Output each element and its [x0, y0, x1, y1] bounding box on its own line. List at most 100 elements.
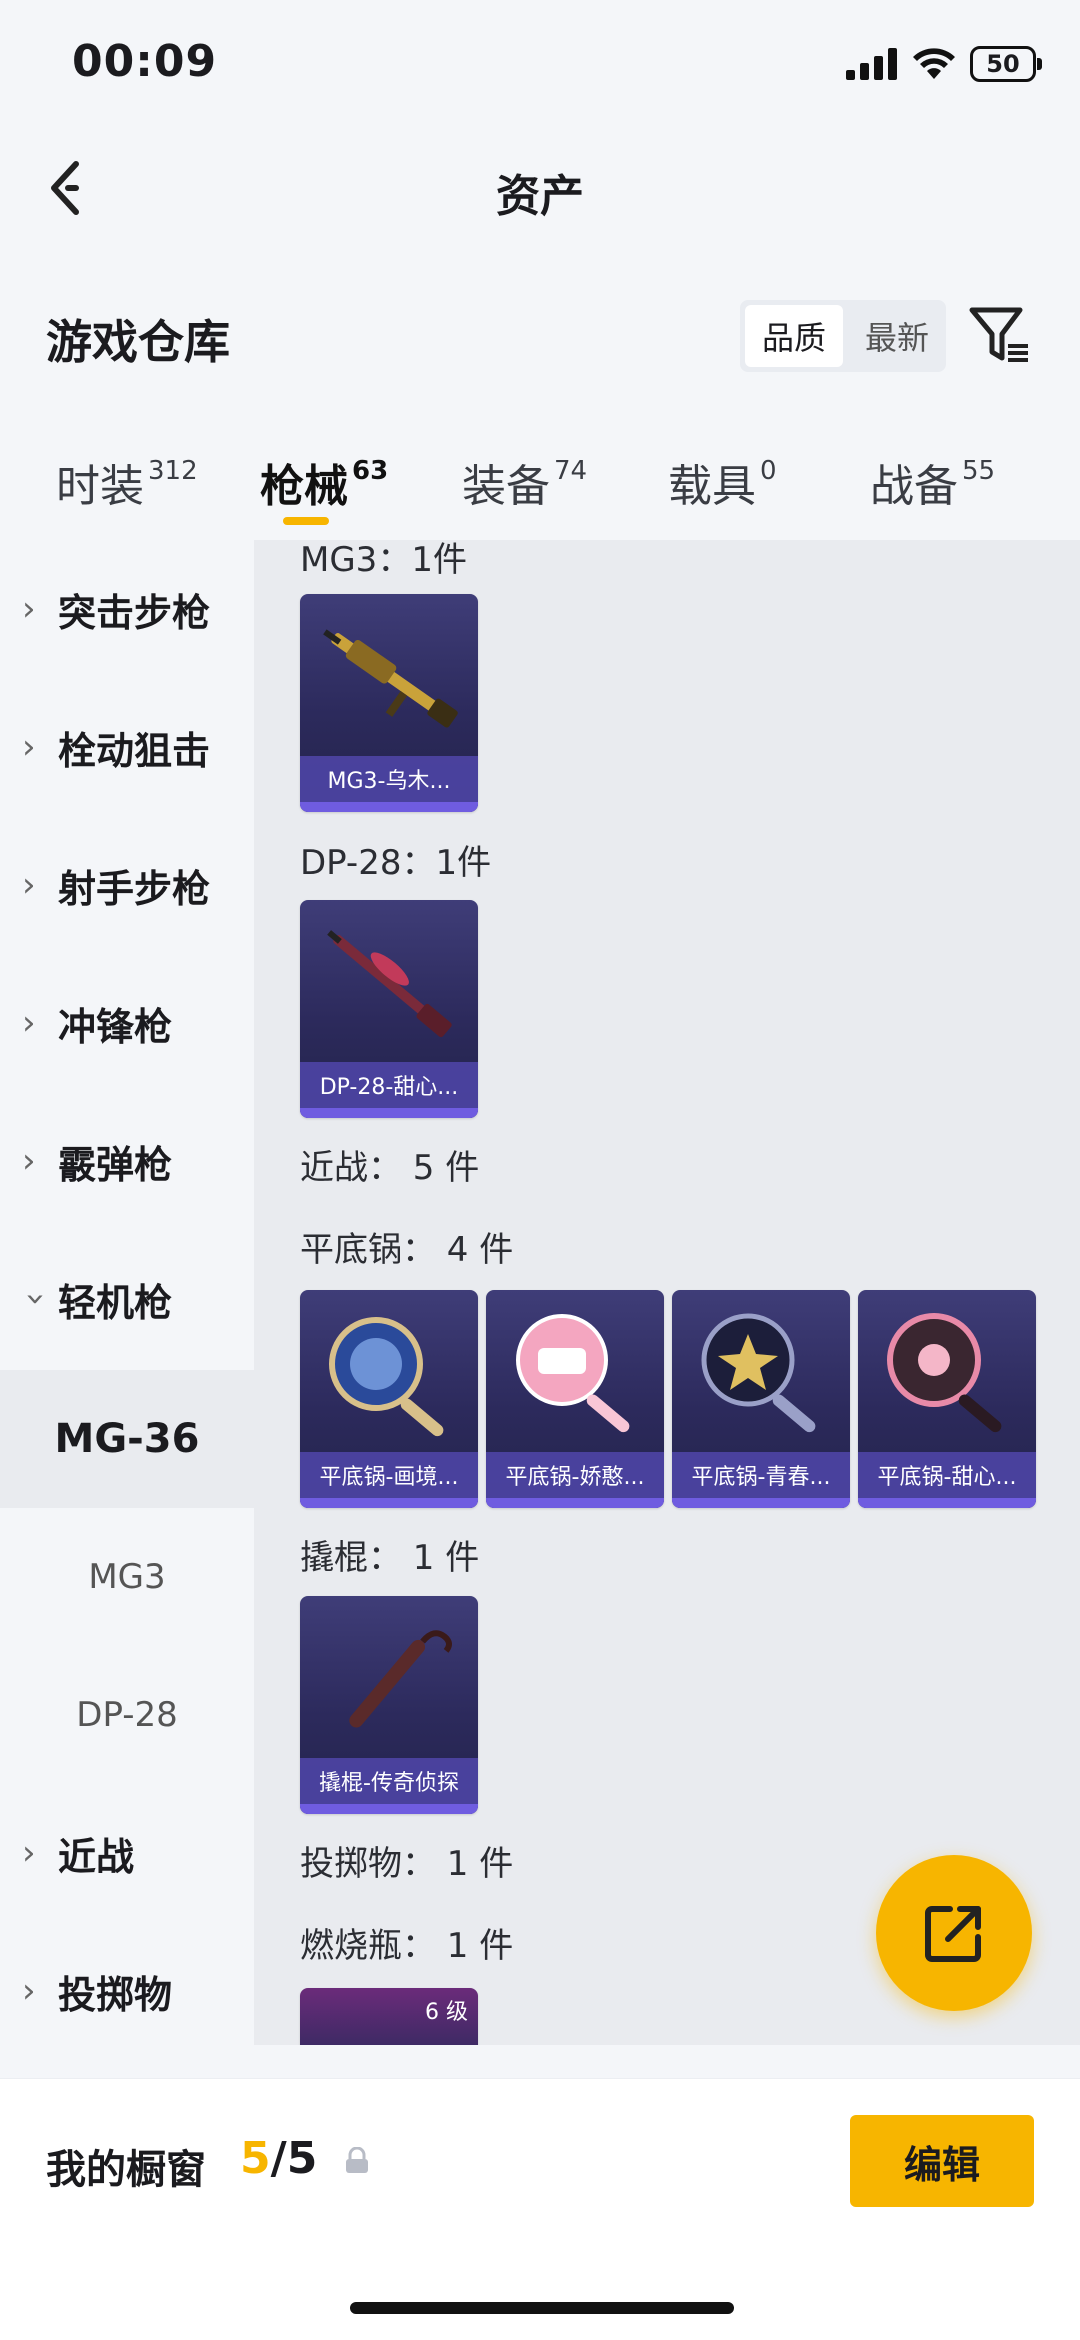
warehouse-header: 游戏仓库 品质 最新 — [0, 290, 1080, 380]
wifi-icon — [913, 48, 955, 79]
showcase-count: 5/5 — [240, 2133, 317, 2184]
sidebar-subitem-mg3[interactable]: MG3 — [0, 1508, 254, 1646]
item-level-badge: 6 级 — [425, 2000, 468, 2025]
sidebar-subitem-label: DP-28 — [76, 1695, 178, 1735]
tab-equipment[interactable]: 装备 74 — [462, 450, 587, 514]
share-button[interactable] — [876, 1855, 1032, 2011]
sidebar-item-label: 近战 — [58, 1834, 135, 1879]
status-bar: 00:09 50 — [0, 0, 1080, 130]
home-indicator — [350, 2302, 734, 2314]
edit-button[interactable]: 编辑 — [850, 2115, 1034, 2207]
tab-fashion-label: 时装 — [56, 461, 144, 512]
quality-band — [300, 1804, 478, 1814]
item-card-name: 平底锅-画境... — [300, 1452, 478, 1498]
tab-vehicles-count: 0 — [760, 456, 777, 486]
sidebar-item-shotgun[interactable]: › 霰弹枪 — [0, 1092, 254, 1230]
showcase-label: 我的橱窗 — [46, 2147, 206, 2193]
tab-vehicles-label: 载具 — [668, 461, 756, 512]
sidebar-item-marksman-rifle[interactable]: › 射手步枪 — [0, 816, 254, 954]
frying-pan-icon — [701, 1313, 816, 1433]
frying-pan-icon — [329, 1317, 444, 1437]
showcase-total: /5 — [270, 2133, 318, 2184]
nav-bar: 资产 — [0, 130, 1080, 250]
chevron-right-icon: › — [22, 1003, 36, 1043]
machine-gun-icon — [327, 930, 452, 1038]
tab-combat-gear-count: 55 — [962, 456, 996, 486]
item-card-name: 撬棍-传奇侦探 — [300, 1758, 478, 1804]
item-card-name: 平底锅-青春... — [672, 1452, 850, 1498]
item-card-crowbar[interactable]: 撬棍-传奇侦探 — [300, 1596, 478, 1814]
item-card-pan[interactable]: 平底锅-娇憨... — [486, 1290, 664, 1508]
sidebar-subitem-label: MG-36 — [54, 1416, 200, 1462]
group-label-mg3: MG3：1件 — [300, 540, 467, 580]
tab-equipment-count: 74 — [554, 456, 588, 486]
sidebar-item-label: 突击步枪 — [58, 590, 211, 635]
sort-latest-option[interactable]: 最新 — [848, 300, 946, 372]
sidebar-item-melee[interactable]: › 近战 — [0, 1784, 254, 1922]
item-card-name: MG3-乌木... — [300, 756, 478, 802]
weapon-type-sidebar: › 突击步枪 › 栓动狙击 › 射手步枪 › 冲锋枪 › 霰弹枪 › 轻机枪 MG-36 M… — [0, 540, 254, 2045]
item-card-pan[interactable]: 平底锅-画境... — [300, 1290, 478, 1508]
sidebar-item-label: 霰弹枪 — [58, 1142, 173, 1187]
tab-firearms-count: 63 — [352, 456, 389, 486]
sidebar-item-lmg[interactable]: › 轻机枪 — [0, 1230, 254, 1368]
item-card-name: DP-28-甜心... — [300, 1062, 478, 1108]
item-card-pan[interactable]: 平底锅-青春... — [672, 1290, 850, 1508]
tab-fashion[interactable]: 时装 312 — [56, 450, 198, 514]
group-label-pan: 平底锅： 4 件 — [300, 1230, 514, 1270]
battery-level: 50 — [986, 50, 1020, 78]
battery-icon: 50 — [970, 46, 1042, 82]
filter-icon — [969, 307, 1028, 362]
item-card-pan[interactable]: 平底锅-甜心... — [858, 1290, 1036, 1508]
page-title: 资产 — [496, 171, 584, 222]
sidebar-item-smg[interactable]: › 冲锋枪 — [0, 954, 254, 1092]
chevron-right-icon: › — [22, 1833, 36, 1873]
signal-icon — [846, 48, 897, 80]
sidebar-item-label: 栓动狙击 — [58, 728, 211, 773]
item-card-molotov[interactable]: 6 级 — [300, 1988, 478, 2045]
chevron-down-icon: › — [16, 1292, 56, 1306]
tab-firearms-label: 枪械 — [260, 461, 348, 512]
sort-toggle: 品质 最新 — [740, 300, 946, 372]
filter-button[interactable] — [964, 300, 1036, 372]
chevron-right-icon: › — [22, 727, 36, 767]
sidebar-item-label: 投掷物 — [58, 1972, 173, 2017]
category-tabs: 时装 312 枪械 63 装备 74 载具 0 战备 55 — [0, 430, 1080, 540]
sidebar-item-label: 冲锋枪 — [58, 1004, 173, 1049]
status-time: 00:09 — [72, 36, 218, 87]
quality-band — [486, 1498, 664, 1508]
sort-quality-option[interactable]: 品质 — [745, 305, 843, 367]
warehouse-title: 游戏仓库 — [46, 315, 230, 369]
quality-band — [858, 1498, 1036, 1508]
group-label-molotov: 燃烧瓶： 1 件 — [300, 1926, 514, 1966]
item-card-mg3[interactable]: MG3-乌木... — [300, 594, 478, 812]
item-card-dp28[interactable]: DP-28-甜心... — [300, 900, 478, 1118]
umbrella-crowbar-icon — [349, 1630, 452, 1728]
group-label-melee: 近战： 5 件 — [300, 1148, 480, 1188]
chevron-right-icon: › — [22, 1141, 36, 1181]
quality-band — [300, 1108, 478, 1118]
sidebar-item-throwable[interactable]: › 投掷物 — [0, 1922, 254, 2060]
quality-band — [672, 1498, 850, 1508]
sidebar-subitem-label: MG3 — [88, 1557, 166, 1597]
chevron-right-icon: › — [22, 1971, 36, 2011]
sidebar-item-label: 轻机枪 — [58, 1280, 173, 1325]
active-tab-indicator — [283, 517, 329, 525]
lock-icon — [346, 2147, 368, 2173]
sidebar-subitem-mg36[interactable]: MG-36 — [0, 1370, 254, 1508]
showcase-bar: 我的橱窗 5/5 编辑 — [0, 2078, 1080, 2340]
group-label-dp28: DP-28：1件 — [300, 843, 492, 883]
share-icon — [925, 1906, 981, 1962]
frying-pan-icon — [516, 1314, 630, 1433]
machine-gun-icon — [323, 629, 458, 728]
sidebar-subitem-dp28[interactable]: DP-28 — [0, 1646, 254, 1784]
sidebar-item-assault-rifle[interactable]: › 突击步枪 — [0, 540, 254, 678]
tab-vehicles[interactable]: 载具 0 — [668, 450, 777, 514]
quality-band — [300, 1498, 478, 1508]
tab-firearms[interactable]: 枪械 63 — [260, 450, 388, 514]
status-icons: 50 — [846, 46, 1042, 82]
group-label-crowbar: 撬棍： 1 件 — [300, 1538, 480, 1578]
sidebar-item-bolt-sniper[interactable]: › 栓动狙击 — [0, 678, 254, 816]
tab-combat-gear[interactable]: 战备 55 — [870, 450, 995, 514]
chevron-right-icon: › — [22, 589, 36, 629]
